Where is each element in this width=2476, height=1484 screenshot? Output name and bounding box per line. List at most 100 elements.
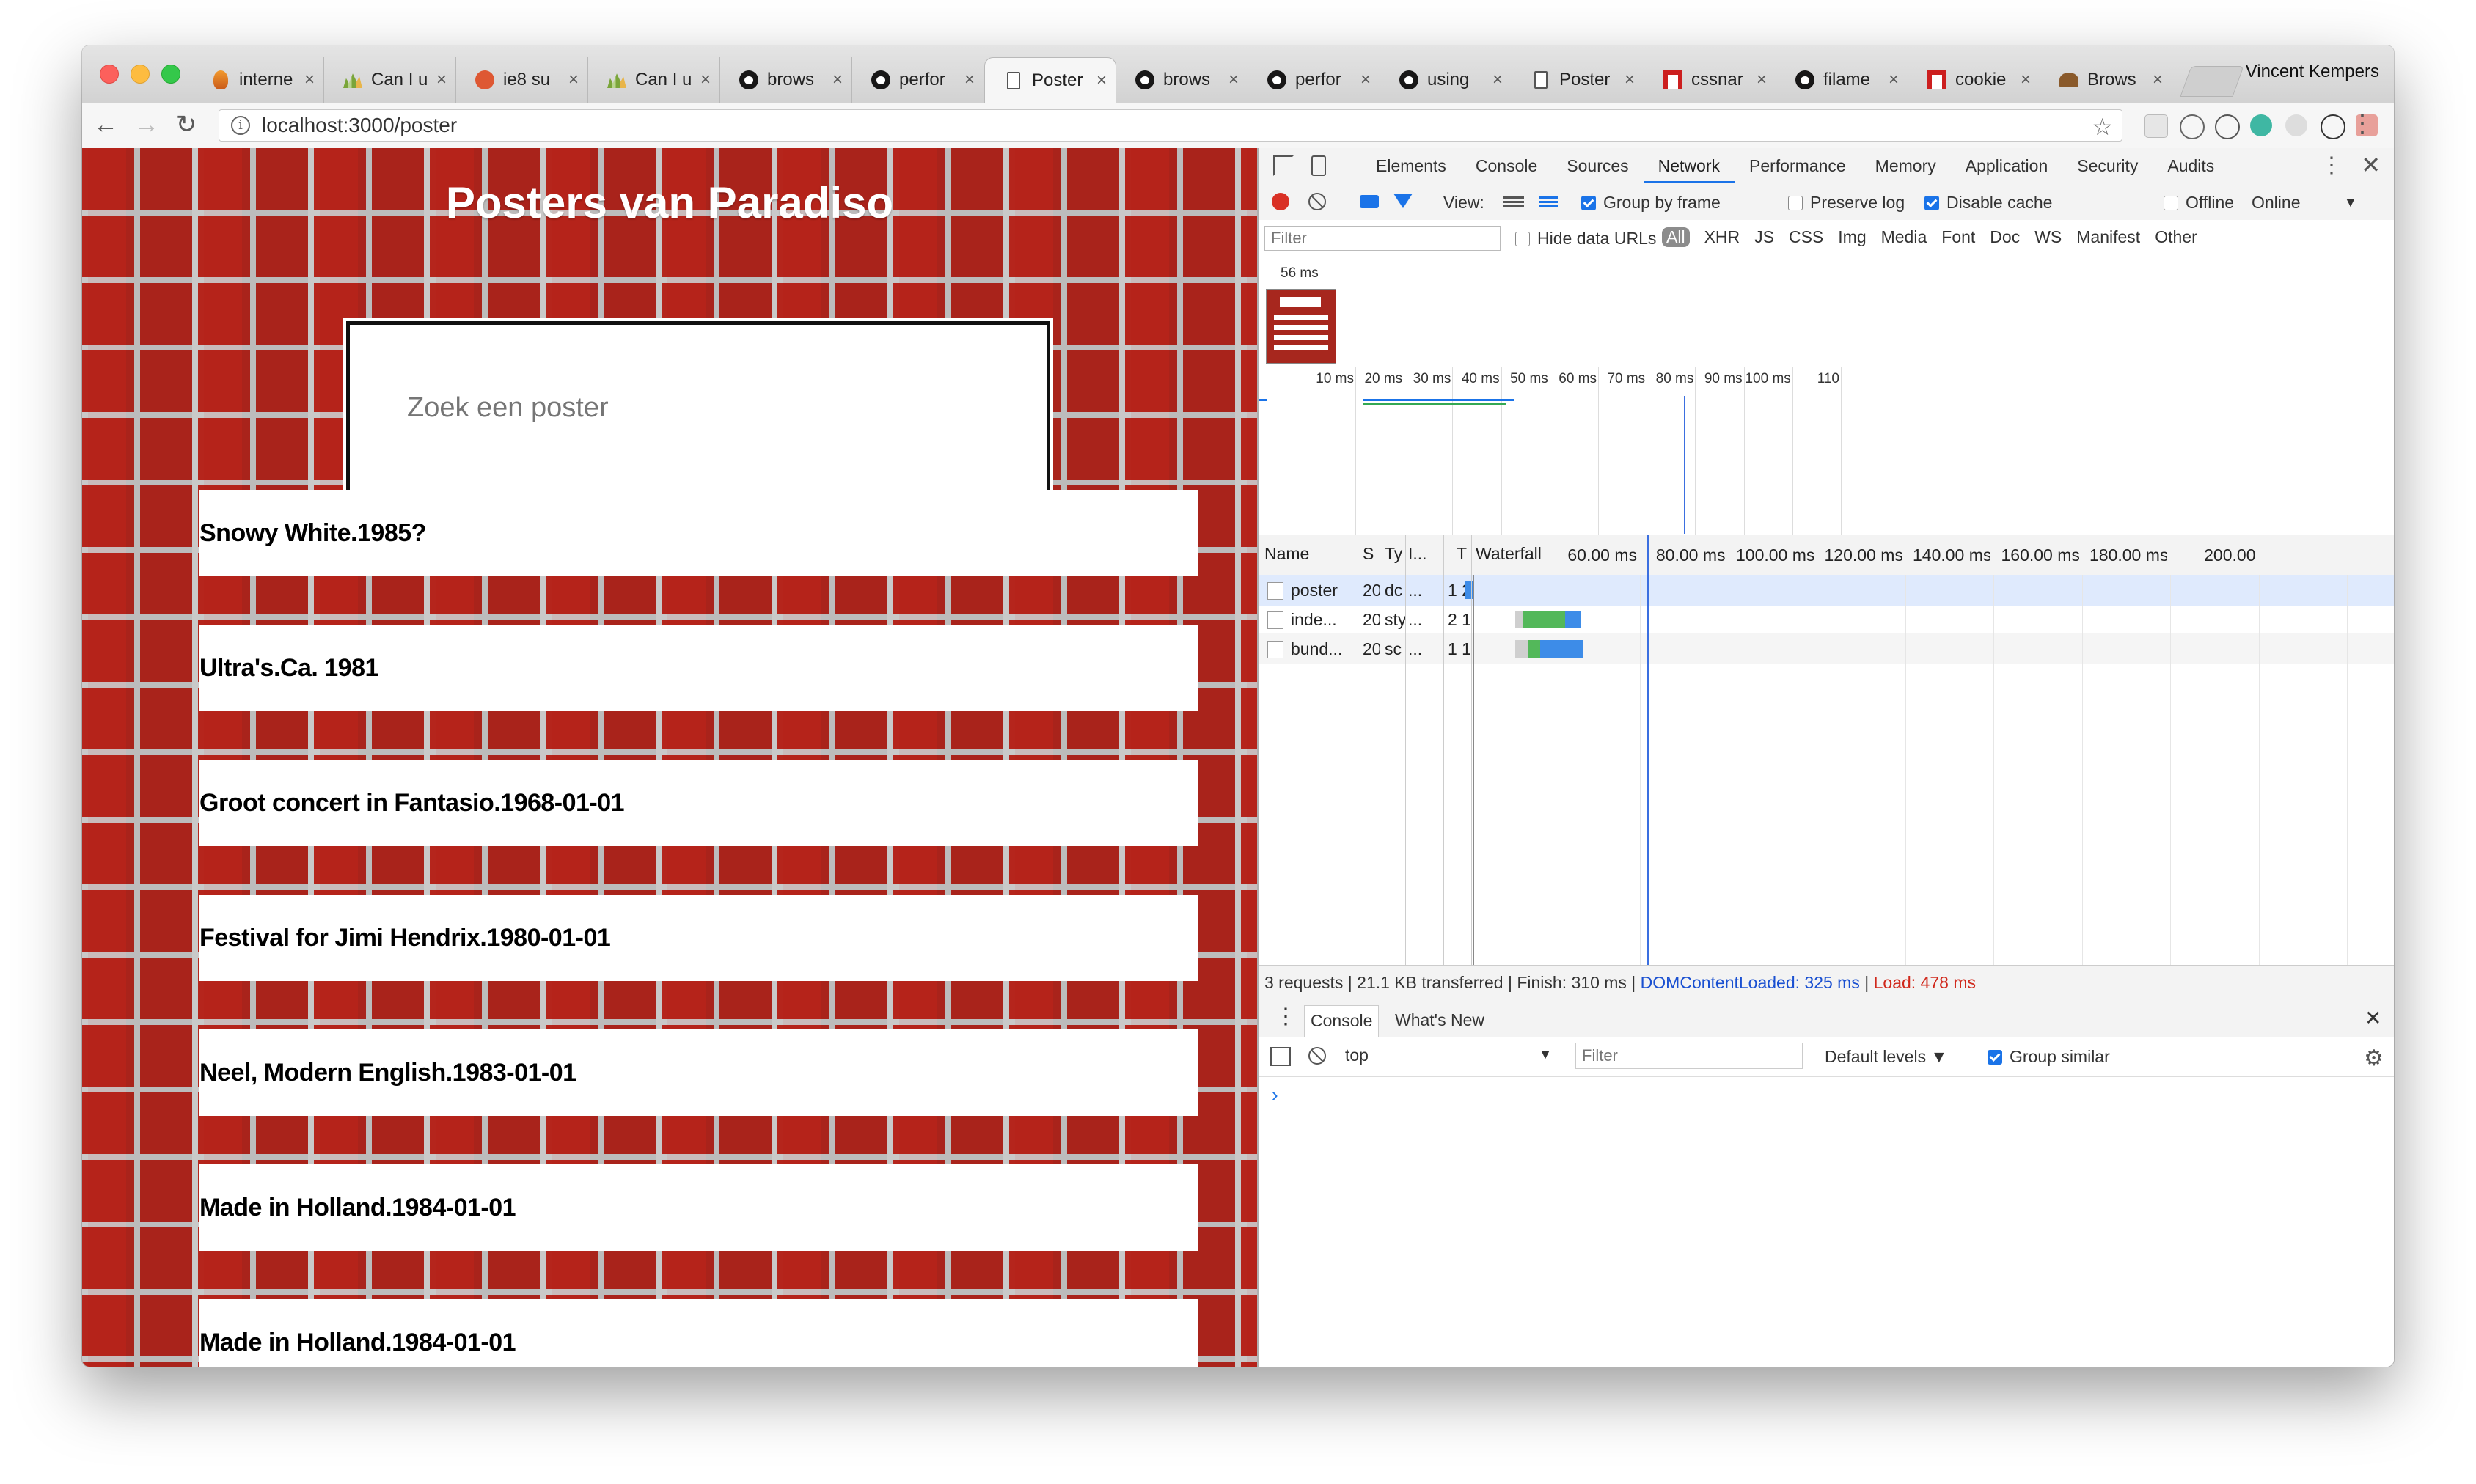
group-similar-toggle[interactable]: Group similar [1988, 1047, 2110, 1067]
waterfall-bar[interactable] [1515, 640, 1528, 658]
browser-tab[interactable]: Brows × [2040, 57, 2172, 103]
devtools-tab-sources[interactable]: Sources [1552, 148, 1643, 183]
poster-list-item[interactable]: Festival for Jimi Hendrix.1980-01-01 [199, 895, 1198, 981]
col-time[interactable]: T [1457, 544, 1471, 564]
type-filter-doc[interactable]: Doc [1990, 227, 2020, 247]
type-filter-js[interactable]: JS [1754, 227, 1774, 247]
type-filter-ws[interactable]: WS [2034, 227, 2062, 247]
poster-list-item[interactable]: Made in Holland.1984-01-01 [199, 1299, 1198, 1367]
hide-data-urls-checkbox[interactable] [1515, 232, 1530, 246]
drawer-tab-console[interactable]: Console [1304, 1005, 1380, 1037]
waterfall-bar[interactable] [1565, 611, 1581, 628]
hide-data-urls-toggle[interactable]: Hide data URLs [1515, 229, 1656, 249]
browser-tab[interactable]: perfor × [1248, 57, 1380, 103]
browser-tab[interactable]: cssnar × [1644, 57, 1776, 103]
request-row[interactable]: inde... 20 sty... 2 14 [1259, 604, 2394, 635]
tab-close-icon[interactable]: × [1757, 70, 1767, 90]
console-context-select[interactable]: top ▼ [1345, 1046, 1552, 1065]
screenshot-thumbnail[interactable] [1266, 289, 1336, 364]
window-minimize-button[interactable] [131, 65, 150, 84]
back-button[interactable]: ← [91, 110, 120, 139]
browser-tab[interactable]: perfor × [852, 57, 984, 103]
type-filter-manifest[interactable]: Manifest [2076, 227, 2140, 247]
console-clear-icon[interactable] [1308, 1047, 1326, 1065]
devtools-tab-console[interactable]: Console [1461, 148, 1552, 183]
throttling-dropdown-icon[interactable]: ▼ [2344, 195, 2357, 210]
devtools-close-icon[interactable]: ✕ [2361, 151, 2381, 179]
browser-tab[interactable]: Poster × [1512, 57, 1644, 103]
devtools-menu-icon[interactable]: ⋮ [2321, 153, 2343, 178]
extension-icon-1[interactable] [2144, 114, 2168, 138]
browser-tab[interactable]: using × [1380, 57, 1512, 103]
devtools-tab-network[interactable]: Network [1643, 148, 1735, 183]
col-status[interactable]: S [1363, 544, 1380, 564]
record-icon[interactable] [1272, 193, 1289, 210]
extension-icon-5[interactable] [2285, 114, 2307, 136]
devtools-tab-elements[interactable]: Elements [1361, 148, 1461, 183]
disable-cache-toggle[interactable]: Disable cache [1924, 193, 2052, 213]
column-separator[interactable] [1443, 535, 1444, 965]
devtools-tab-audits[interactable]: Audits [2153, 148, 2229, 183]
devtools-tab-performance[interactable]: Performance [1735, 148, 1861, 183]
browser-tab[interactable]: Can I u × [588, 57, 720, 103]
filter-funnel-icon[interactable] [1393, 194, 1413, 208]
type-filter-media[interactable]: Media [1881, 227, 1927, 247]
poster-list-item[interactable]: Neel, Modern English.1983-01-01 [199, 1029, 1198, 1116]
overview-icon[interactable] [1539, 196, 1558, 208]
tab-close-icon[interactable]: × [436, 70, 447, 90]
new-tab-button[interactable] [2180, 66, 2244, 97]
tab-close-icon[interactable]: × [1492, 70, 1503, 90]
throttling-select[interactable]: Online [2252, 193, 2300, 213]
tab-close-icon[interactable]: × [832, 70, 843, 90]
capture-screenshots-icon[interactable] [1360, 195, 1379, 208]
poster-list-item[interactable]: Groot concert in Fantasio.1968-01-01 [199, 760, 1198, 846]
type-filter-css[interactable]: CSS [1789, 227, 1823, 247]
tab-close-icon[interactable]: × [1228, 70, 1239, 90]
inspect-element-icon[interactable] [1273, 155, 1294, 176]
console-prompt[interactable]: › [1272, 1084, 1278, 1106]
type-filter-other[interactable]: Other [2155, 227, 2197, 247]
window-zoom-button[interactable] [161, 65, 180, 84]
tab-close-icon[interactable]: × [964, 70, 975, 90]
poster-list-item[interactable]: Snowy White.1985? [199, 490, 1198, 576]
offline-checkbox[interactable] [2164, 196, 2178, 210]
group-by-frame-checkbox[interactable] [1581, 196, 1596, 210]
preserve-log-checkbox[interactable] [1788, 196, 1803, 210]
tab-close-icon[interactable]: × [1889, 70, 1899, 90]
waterfall-bar[interactable] [1523, 611, 1565, 628]
window-close-button[interactable] [100, 65, 119, 84]
tab-close-icon[interactable]: × [700, 70, 711, 90]
waterfall-bar[interactable] [1540, 640, 1583, 658]
drawer-tab-whats-new[interactable]: What's New [1389, 1005, 1490, 1036]
browser-tab[interactable]: brows × [1116, 57, 1248, 103]
browser-tab[interactable]: Poster × [984, 57, 1116, 103]
url-text[interactable]: localhost:3000/poster [262, 114, 457, 137]
col-type[interactable]: Ty [1385, 544, 1405, 564]
network-filter-input[interactable] [1264, 226, 1501, 251]
waterfall-bar[interactable] [1515, 611, 1523, 628]
extension-icon-4[interactable] [2250, 114, 2272, 136]
console-sidebar-icon[interactable] [1270, 1047, 1291, 1066]
reload-button[interactable]: ↻ [172, 110, 201, 139]
browser-tab[interactable]: filame × [1776, 57, 1908, 103]
drawer-menu-icon[interactable]: ⋮ [1269, 1002, 1303, 1033]
devtools-tab-memory[interactable]: Memory [1861, 148, 1951, 183]
type-filter-xhr[interactable]: XHR [1704, 227, 1740, 247]
type-filter-all[interactable]: All [1662, 227, 1690, 247]
col-initiator[interactable]: I... [1408, 544, 1440, 564]
column-separator[interactable] [1471, 535, 1472, 965]
log-levels-select[interactable]: Default levels ▼ [1825, 1047, 1947, 1067]
cloud-extension-icon[interactable] [2180, 114, 2205, 139]
address-bar[interactable]: i localhost:3000/poster ☆ [219, 109, 2122, 142]
disable-cache-checkbox[interactable] [1924, 196, 1939, 210]
device-toolbar-icon[interactable] [1311, 155, 1326, 176]
drawer-close-icon[interactable]: ✕ [2359, 1004, 2387, 1035]
group-by-frame-toggle[interactable]: Group by frame [1581, 193, 1721, 213]
group-similar-checkbox[interactable] [1988, 1050, 2002, 1065]
browser-tab[interactable]: ie8 su × [456, 57, 588, 103]
extension-icon-3[interactable] [2215, 114, 2240, 139]
bookmark-star-icon[interactable]: ☆ [2092, 113, 2113, 141]
request-row[interactable]: bund... 20 sc... 1 12 [1259, 633, 2394, 664]
site-info-icon[interactable]: i [231, 116, 250, 135]
preserve-log-toggle[interactable]: Preserve log [1788, 193, 1905, 213]
